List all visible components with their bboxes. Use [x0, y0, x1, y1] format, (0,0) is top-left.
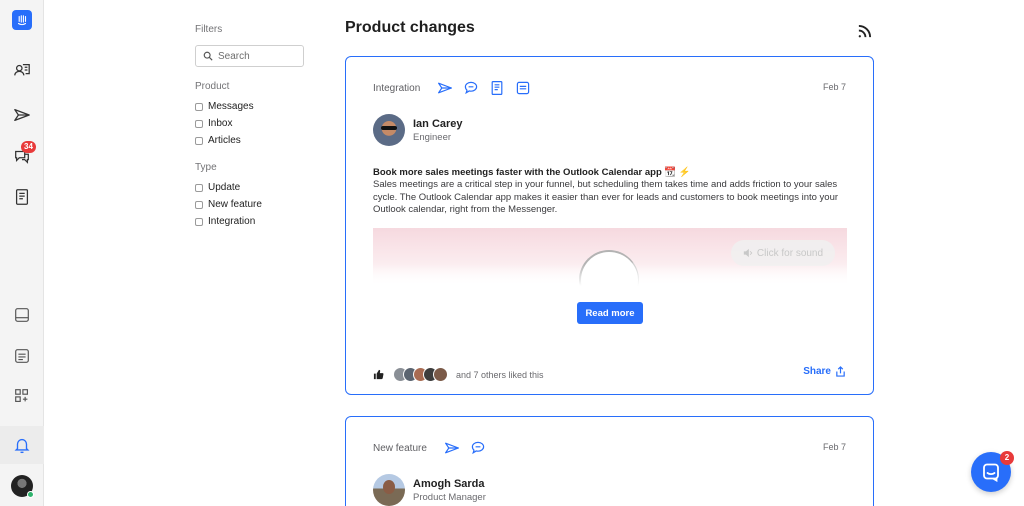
- checkbox[interactable]: [195, 102, 203, 111]
- checkbox[interactable]: [195, 183, 203, 192]
- checkbox[interactable]: [195, 136, 203, 145]
- filter-update[interactable]: Update: [195, 179, 305, 196]
- contacts-icon[interactable]: [0, 52, 44, 88]
- card-date: Feb 7: [822, 442, 846, 452]
- read-more-button[interactable]: Read more: [577, 302, 643, 324]
- media-fade: [373, 264, 847, 286]
- filter-messages[interactable]: Messages: [195, 98, 305, 115]
- launcher-unread-badge: 2: [1000, 451, 1014, 465]
- card-category: New feature: [373, 442, 427, 454]
- card-header: Integration: [373, 79, 532, 97]
- apps-grid-icon[interactable]: [0, 378, 44, 414]
- filter-articles[interactable]: Articles: [195, 132, 305, 149]
- card-date: Feb 7: [822, 82, 846, 92]
- filter-integration[interactable]: Integration: [195, 213, 305, 230]
- filters-panel: Filters Product Messages Inbox Articles …: [195, 24, 305, 230]
- product-changes-bell-icon[interactable]: [0, 426, 44, 464]
- speaker-icon: [743, 248, 753, 258]
- author-role: Product Manager: [413, 491, 486, 503]
- author-name: Amogh Sarda: [413, 477, 485, 490]
- inbox-chat-icon[interactable]: 34: [0, 138, 44, 174]
- likes-row: and 7 others liked this: [373, 367, 544, 382]
- online-status-dot: [27, 491, 34, 498]
- filters-title: Filters: [195, 24, 223, 35]
- liker-avatar: [433, 367, 448, 382]
- page-title: Product changes: [345, 19, 475, 36]
- likes-text: and 7 others liked this: [456, 369, 544, 380]
- author-avatar: [373, 114, 405, 146]
- share-icon: [836, 366, 845, 377]
- product-change-card: New feature Feb 7 Amogh Sarda Product Ma…: [345, 416, 874, 506]
- card-category: Integration: [373, 82, 421, 94]
- outbound-send-icon: [436, 79, 454, 97]
- product-change-card: Integration Feb 7 Ian Carey Engineer Boo…: [345, 56, 874, 395]
- share-button[interactable]: Share: [803, 366, 846, 377]
- checkbox[interactable]: [195, 119, 203, 128]
- post-video[interactable]: Click for sound: [373, 228, 847, 286]
- intercom-logo-icon[interactable]: [0, 2, 44, 38]
- search-box[interactable]: [195, 45, 304, 67]
- chat-bubble-icon: [469, 439, 487, 457]
- card-header: New feature: [373, 439, 487, 457]
- article-icon: [488, 79, 506, 97]
- author-name: Ian Carey: [413, 117, 463, 130]
- author-block: Amogh Sarda Product Manager: [373, 474, 486, 506]
- chat-bubble-icon: [462, 79, 480, 97]
- filter-new-feature[interactable]: New feature: [195, 196, 305, 213]
- author-block: Ian Carey Engineer: [373, 114, 463, 146]
- post-title: Book more sales meetings faster with the…: [373, 167, 691, 178]
- rss-icon[interactable]: [857, 24, 872, 39]
- messages-icon[interactable]: [0, 297, 44, 333]
- thumbs-up-icon[interactable]: [373, 369, 384, 380]
- search-icon: [203, 51, 213, 61]
- reports-icon[interactable]: [0, 338, 44, 374]
- inbox-unread-badge: 34: [21, 141, 36, 153]
- checkbox[interactable]: [195, 200, 203, 209]
- outbound-send-icon[interactable]: [0, 97, 44, 133]
- checkbox[interactable]: [195, 217, 203, 226]
- post-body: Sales meetings are a critical step in yo…: [373, 179, 839, 215]
- outbound-send-icon: [443, 439, 461, 457]
- product-filter-title: Product: [195, 81, 230, 92]
- author-role: Engineer: [413, 131, 452, 143]
- left-nav-rail: 34: [0, 0, 44, 506]
- articles-book-icon[interactable]: [0, 179, 44, 215]
- search-input[interactable]: [218, 50, 298, 62]
- user-avatar[interactable]: [0, 468, 44, 504]
- type-filter-title: Type: [195, 162, 217, 173]
- click-for-sound-button[interactable]: Click for sound: [731, 240, 835, 266]
- filter-inbox[interactable]: Inbox: [195, 115, 305, 132]
- messenger-launcher-icon: [983, 463, 999, 482]
- author-avatar: [373, 474, 405, 506]
- messages-window-icon: [514, 79, 532, 97]
